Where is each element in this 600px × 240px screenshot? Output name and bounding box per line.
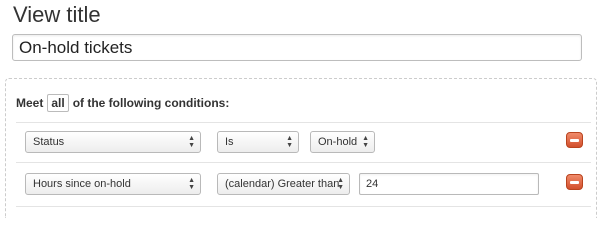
operator-select-value: (calendar) Greater than — [225, 178, 340, 190]
condition-row: Status ▲ ▼ Is ▲ ▼ On-hold ▲ ▼ — [25, 131, 585, 155]
updown-arrows-icon: ▲ ▼ — [337, 177, 344, 191]
match-mode-select[interactable]: all — [47, 94, 69, 112]
field-select-value: Hours since on-hold — [33, 178, 131, 190]
value-input[interactable] — [359, 173, 539, 195]
conditions-suffix: of the following conditions: — [72, 96, 230, 110]
field-select[interactable]: Hours since on-hold ▲ ▼ — [25, 173, 201, 195]
minus-icon — [570, 138, 579, 142]
remove-condition-button[interactable] — [566, 174, 583, 190]
divider — [16, 122, 591, 123]
field-select-value: Status — [33, 136, 65, 148]
value-select[interactable]: On-hold ▲ ▼ — [310, 131, 375, 153]
updown-arrows-icon: ▲ ▼ — [188, 177, 195, 191]
view-title-input[interactable] — [12, 34, 582, 61]
remove-condition-button[interactable] — [566, 132, 583, 148]
operator-select[interactable]: (calendar) Greater than ▲ ▼ — [217, 173, 350, 195]
updown-arrows-icon: ▲ ▼ — [188, 135, 195, 149]
divider — [16, 162, 591, 163]
operator-select[interactable]: Is ▲ ▼ — [217, 131, 299, 153]
conditions-header: Meet all of the following conditions: — [16, 94, 229, 112]
value-select-value: On-hold — [318, 136, 358, 148]
condition-row: Hours since on-hold ▲ ▼ (calendar) Greate… — [25, 173, 585, 197]
minus-icon — [570, 180, 579, 184]
view-title-label: View title — [13, 2, 101, 27]
field-select[interactable]: Status ▲ ▼ — [25, 131, 201, 153]
updown-arrows-icon: ▲ ▼ — [286, 135, 293, 149]
conditions-panel: Meet all of the following conditions: St… — [5, 78, 597, 218]
conditions-prefix: Meet — [16, 96, 44, 110]
operator-select-value: Is — [225, 136, 234, 148]
divider — [16, 206, 591, 207]
updown-arrows-icon: ▲ ▼ — [362, 135, 369, 149]
